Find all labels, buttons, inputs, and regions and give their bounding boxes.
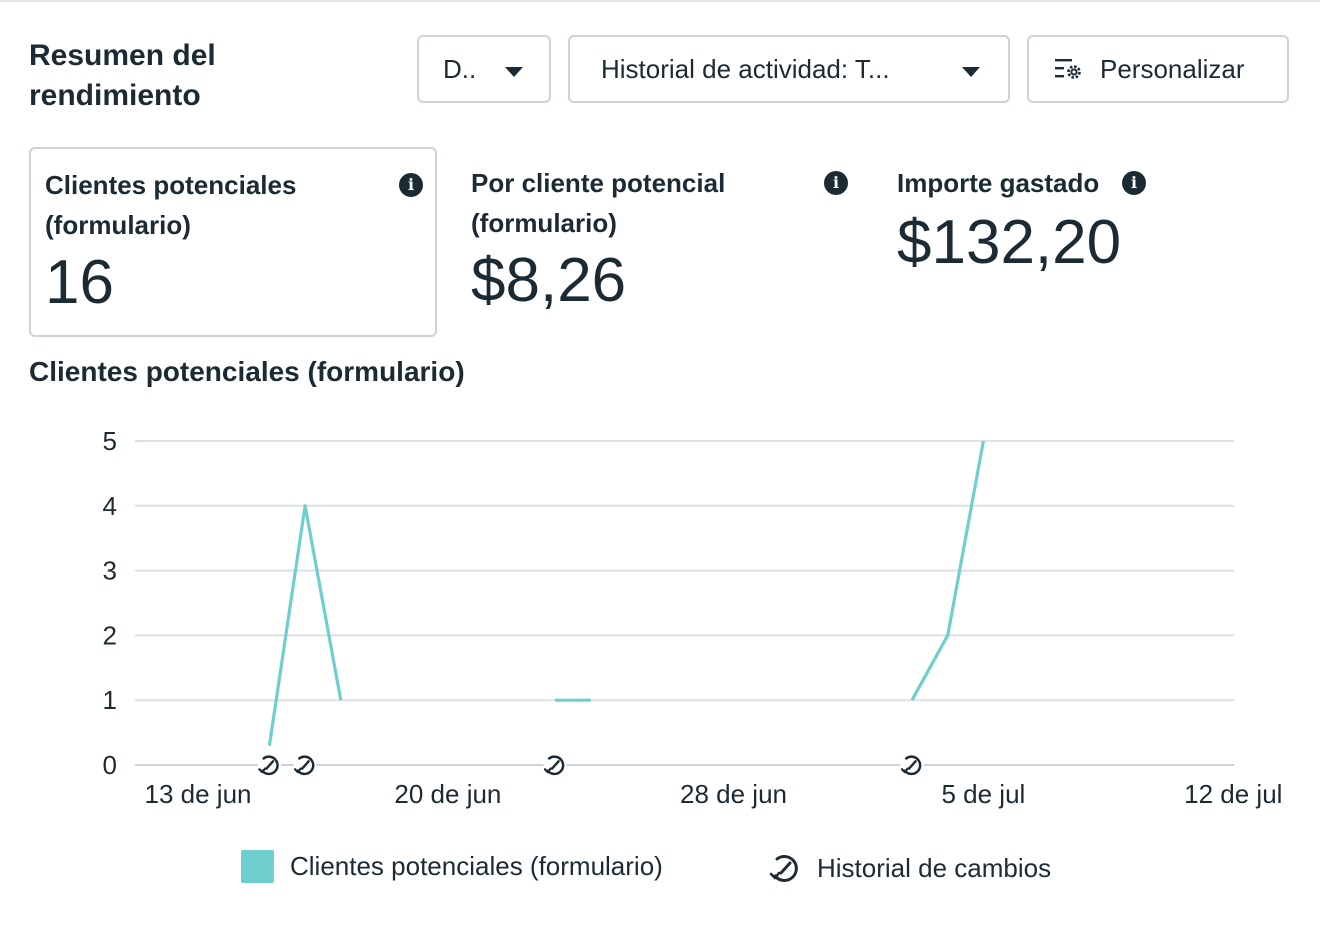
y-tick-label: 5 (103, 426, 117, 456)
x-tick-label: 28 de jun (680, 779, 787, 809)
legend-swatch (241, 850, 274, 883)
change-history-marker[interactable] (293, 753, 317, 777)
activity-history-dropdown[interactable]: Historial de actividad: T... (568, 35, 1010, 103)
metric-card-leads[interactable]: Clientes potenciales (formulario) i 16 (29, 147, 437, 337)
x-tick-label: 20 de jun (394, 779, 501, 809)
info-icon[interactable]: i (399, 173, 423, 197)
customize-button[interactable]: Personalizar (1027, 35, 1289, 103)
info-icon[interactable]: i (1122, 171, 1146, 195)
caret-down-icon (505, 67, 523, 77)
leads-line-chart: 0 1 2 3 4 5 13 de jun 20 de jun 28 de jun 5 de ju… (103, 426, 1283, 809)
y-tick-label: 3 (103, 556, 117, 586)
legend-item-leads[interactable]: Clientes potenciales (formulario) (241, 850, 663, 883)
metric-value: $8,26 (471, 246, 627, 315)
series-line (267, 504, 343, 746)
caret-down-icon (962, 67, 980, 77)
metric-card-amount-spent[interactable]: Importe gastado i $132,20 (882, 147, 1182, 337)
change-history-marker[interactable] (900, 753, 924, 777)
list-gear-icon (1055, 59, 1081, 79)
date-range-dropdown[interactable]: D.. (417, 35, 551, 103)
chart-legend: Clientes potenciales (formulario) Histor… (0, 846, 1320, 890)
metric-label: Por cliente potencial (formulario) (471, 168, 726, 238)
y-tick-label: 0 (103, 750, 117, 780)
legend-item-change-history[interactable]: Historial de cambios (767, 850, 1051, 886)
info-icon[interactable]: i (824, 171, 848, 195)
top-divider (0, 0, 1320, 2)
y-tick-label: 4 (103, 491, 117, 521)
metric-value: $132,20 (897, 208, 1122, 277)
activity-history-label: Historial de actividad: T... (601, 53, 890, 84)
change-history-icon (769, 854, 798, 882)
change-history-marker[interactable] (257, 753, 281, 777)
chart-title: Clientes potenciales (formulario) (29, 356, 465, 387)
y-tick-label: 2 (103, 620, 117, 650)
metric-card-cost-per-lead[interactable]: Por cliente potencial (formulario) i $8,… (456, 147, 856, 337)
x-tick-label: 5 de jul (941, 779, 1025, 809)
metric-label: Clientes potenciales (formulario) (45, 170, 297, 240)
metric-value: 16 (45, 248, 114, 317)
x-tick-label: 12 de jul (1184, 779, 1282, 809)
customize-label: Personalizar (1100, 53, 1245, 84)
legend-label: Clientes potenciales (formulario) (290, 851, 663, 881)
legend-label: Historial de cambios (817, 852, 1052, 883)
metric-label: Importe gastado (897, 168, 1100, 198)
page-title: Resumen del rendimiento (29, 39, 216, 112)
x-tick-label: 13 de jun (145, 779, 252, 809)
change-history-marker[interactable] (543, 753, 567, 777)
y-tick-label: 1 (103, 685, 117, 715)
date-range-label: D.. (443, 53, 477, 84)
